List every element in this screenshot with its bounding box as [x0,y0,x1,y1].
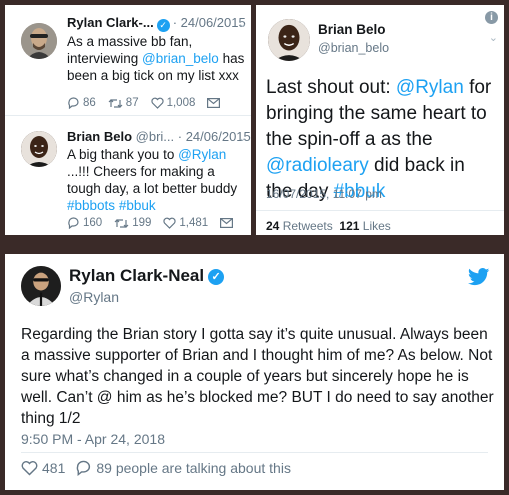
conversation-button[interactable]: 89 people are talking about this [75,460,291,476]
author-handle[interactable]: @brian_belo [318,41,389,55]
retweet-button[interactable]: 87 [108,97,139,109]
tweet-actions: 160 199 1,481 [67,217,248,229]
reply-icon [68,97,79,109]
like-button[interactable]: 1,008 [150,97,196,109]
tweet-header: Brian Belo @bri... · 24/06/2015 [67,129,251,144]
author-name[interactable]: Rylan Clark-... [67,15,154,30]
tweet-date[interactable]: · 24/06/2015 [173,15,246,30]
author-name-text: Rylan Clark-Neal [69,266,205,285]
tweet-text: As a massive bb fan, interviewing @brian… [67,33,247,84]
mention-link[interactable]: @brian_belo [142,51,219,66]
like-button[interactable]: 481 [21,460,65,476]
tweet-rylan-2015[interactable]: Rylan Clark-... ✓ · 24/06/2015 ⌄ As a mass… [5,5,251,116]
envelope-icon [220,218,234,228]
divider [256,210,504,211]
heart-icon [21,461,38,476]
verified-badge-icon: ✓ [156,19,170,32]
envelope-icon [207,98,221,108]
tweet-text-prefix: Last shout out: [266,77,396,98]
author-handle[interactable]: @bri... [136,129,174,144]
tweet-timestamp[interactable]: 9:50 PM - Apr 24, 2018 [21,431,165,447]
mention-link[interactable]: @Rylan [178,147,226,162]
tweet-text-prefix: A big thank you to [67,147,179,162]
tweet-timestamp[interactable]: 16/07/2015, 11:07 pm [266,187,382,201]
mention-link[interactable]: @radioleary [266,155,369,176]
message-button[interactable] [220,218,236,228]
tweet-collage-left-panel: Rylan Clark-... ✓ · 24/06/2015 ⌄ As a mass… [5,5,251,235]
author-name[interactable]: Brian Belo [67,129,132,144]
avatar[interactable] [268,19,310,61]
likes-label[interactable]: Likes [363,219,391,233]
author-name[interactable]: Brian Belo [318,22,386,37]
likes-count[interactable]: 121 [339,219,359,233]
tweet-text: A big thank you to @Rylan ...!!! Cheers … [67,146,247,214]
hashtag-link[interactable]: #bbuk [119,198,156,213]
tweet-stats: 24 Retweets 121 Likes [266,219,391,233]
retweet-count: 199 [132,217,152,229]
hashtag-link[interactable]: #bbbots [67,198,115,213]
like-count: 1,008 [166,97,196,109]
divider [21,452,488,453]
avatar[interactable] [21,131,57,167]
retweet-count: 87 [125,97,139,109]
verified-badge-icon: ✓ [208,269,225,285]
reply-button[interactable]: 86 [67,97,96,109]
retweets-count[interactable]: 24 [266,219,279,233]
reply-button[interactable]: 160 [67,217,102,229]
author-handle[interactable]: @Rylan [69,289,119,305]
reply-count: 86 [83,97,96,109]
message-button[interactable] [207,98,223,108]
heart-icon [163,217,176,229]
tweet-brian-2015[interactable]: Brian Belo @bri... · 24/06/2015 ⌄ A big … [5,117,251,235]
talking-count: 89 people are talking about this [96,460,291,476]
tweet-rylan-2018[interactable]: Rylan Clark-Neal ✓ @Rylan Regarding the B… [5,254,504,490]
reply-icon [77,460,91,476]
like-count: 481 [42,460,66,476]
retweet-icon [114,218,129,228]
tweet-text: Last shout out: @Rylan for bringing the … [266,75,496,205]
chevron-down-icon[interactable]: ⌄ [238,17,247,30]
tweet-brian-expanded[interactable]: i ⌄ Brian Belo @brian_belo Last shout ou… [256,5,504,235]
tweet-text-middle: ...!!! Cheers for making a tough day, a … [67,164,238,196]
twitter-bird-icon[interactable] [468,268,490,286]
retweet-button[interactable]: 199 [114,217,151,229]
info-icon[interactable]: i [485,11,498,24]
like-button[interactable]: 1,481 [163,217,208,229]
avatar[interactable] [21,23,57,59]
heart-icon [150,97,164,109]
tweet-actions: 481 89 people are talking about this [21,460,301,476]
chevron-down-icon[interactable]: ⌄ [489,31,498,44]
mention-link[interactable]: @Rylan [396,77,464,98]
retweet-icon [108,98,123,108]
tweet-actions: 86 87 1,008 [67,97,235,109]
reply-count: 160 [83,217,103,229]
tweet-text: Regarding the Brian story I gotta say it… [21,326,494,427]
like-count: 1,481 [179,217,209,229]
avatar[interactable] [21,266,61,306]
author-name[interactable]: Rylan Clark-Neal ✓ [69,266,225,286]
tweet-header: Rylan Clark-... ✓ · 24/06/2015 [67,15,246,32]
retweets-label[interactable]: Retweets [283,219,333,233]
reply-icon [68,217,79,229]
chevron-down-icon[interactable]: ⌄ [238,131,247,144]
